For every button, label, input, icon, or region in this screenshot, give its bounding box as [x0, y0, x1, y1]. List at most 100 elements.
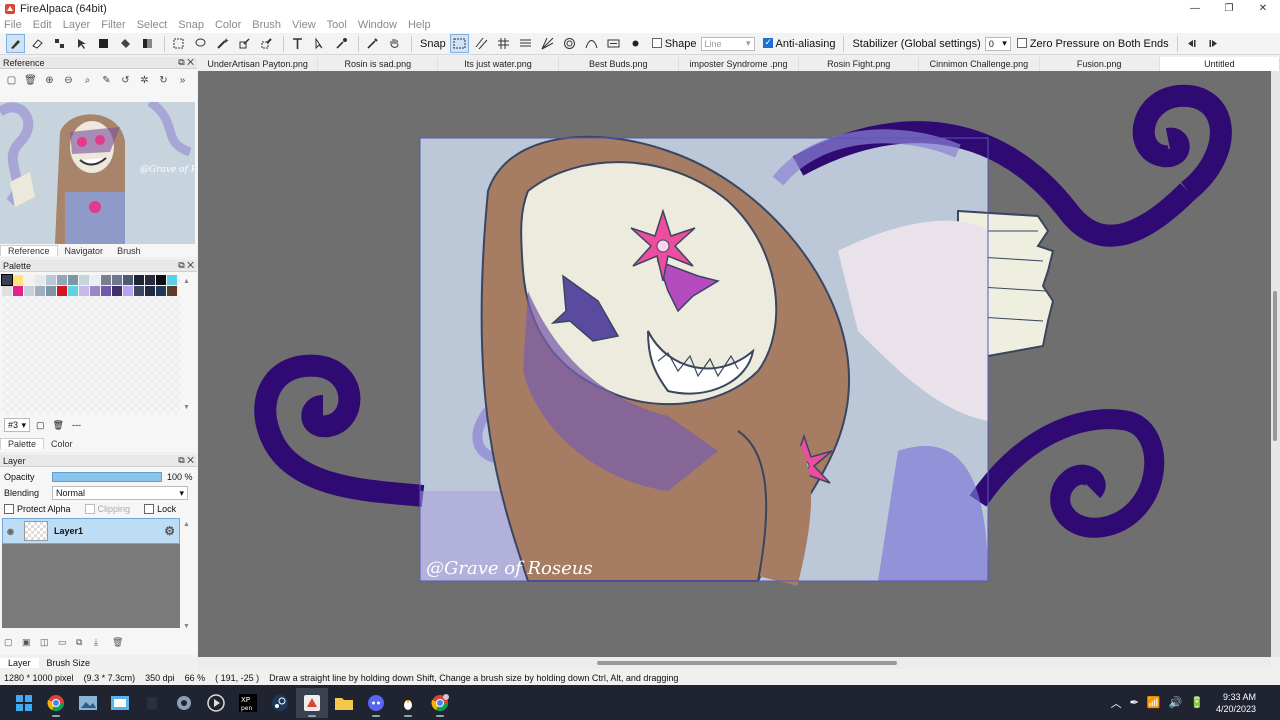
vertical-scrollbar[interactable]	[1271, 71, 1280, 657]
palette-swatch[interactable]	[101, 275, 111, 285]
palette-swatch[interactable]	[112, 286, 122, 296]
palette-swatch[interactable]	[24, 275, 34, 285]
palette-swatch[interactable]	[57, 275, 67, 285]
palette-swatch[interactable]	[46, 286, 56, 296]
tab-color[interactable]: Color	[44, 439, 80, 449]
clock[interactable]: 9:33 AM 4/20/2023	[1216, 691, 1256, 715]
snap-curve-icon[interactable]	[582, 34, 601, 53]
gear-icon[interactable]: ⚙	[164, 524, 175, 538]
fill-rect-tool-icon[interactable]	[94, 34, 113, 53]
minimize-button[interactable]: —	[1178, 0, 1212, 17]
palette-swatch[interactable]	[90, 286, 100, 296]
select-pen-tool-icon[interactable]	[235, 34, 254, 53]
doc-tab[interactable]: Cinnimon Challenge.png	[919, 57, 1040, 71]
palette-swatch[interactable]	[35, 286, 45, 296]
close-button[interactable]: ✕	[1246, 0, 1280, 17]
palette-swatch[interactable]	[35, 275, 45, 285]
new-1bit-layer-icon[interactable]: ◫	[40, 637, 54, 649]
palette-swatch[interactable]	[13, 286, 23, 296]
palette-swatch[interactable]	[101, 286, 111, 296]
start-icon[interactable]	[8, 688, 40, 718]
more-icon[interactable]: »	[175, 73, 190, 88]
zoom-out-icon[interactable]: ⊖	[61, 73, 76, 88]
palette-swatch[interactable]	[57, 286, 67, 296]
vertical-scroll-thumb[interactable]	[1273, 291, 1277, 441]
lasso-tool-icon[interactable]	[191, 34, 210, 53]
move-tool-icon[interactable]	[72, 34, 91, 53]
trash-icon[interactable]: 🗑	[23, 73, 38, 88]
snap-grid-icon[interactable]	[494, 34, 513, 53]
wifi-icon[interactable]: 📶	[1147, 696, 1161, 709]
eraser-tool-icon[interactable]	[28, 34, 47, 53]
new-folder-icon[interactable]: ▭	[58, 637, 72, 649]
palette-swatch[interactable]	[156, 275, 166, 285]
restore-button[interactable]: ❐	[1212, 0, 1246, 17]
eyedropper-tool-icon[interactable]	[332, 34, 351, 53]
snap-off-icon[interactable]	[449, 34, 469, 53]
add-palette-icon[interactable]: ▢	[36, 420, 45, 431]
operation-tool-icon[interactable]	[310, 34, 329, 53]
zero-pressure-checkbox[interactable]	[1016, 37, 1027, 48]
pen-tool-icon[interactable]	[6, 34, 25, 53]
chevron-up-icon[interactable]: ︿	[1111, 695, 1122, 711]
protect-alpha-checkbox[interactable]	[4, 504, 14, 514]
horizontal-scroll-thumb[interactable]	[597, 661, 897, 665]
brush-eyedropper-icon[interactable]	[363, 34, 382, 53]
trash-icon[interactable]: 🗑	[112, 637, 126, 649]
rotate-right-icon[interactable]: ↻	[156, 73, 171, 88]
palette-number-dropdown[interactable]: #3 ▾	[4, 418, 30, 432]
palette-swatch[interactable]	[13, 275, 23, 285]
blank-app-icon[interactable]	[136, 688, 168, 718]
panel-window-buttons[interactable]: ⧉ ✕	[178, 260, 194, 271]
select-eraser-tool-icon[interactable]	[257, 34, 276, 53]
rotate-left-icon[interactable]: ↺	[118, 73, 133, 88]
magic-wand-tool-icon[interactable]	[213, 34, 232, 53]
eyedropper-icon[interactable]: ✎	[99, 73, 114, 88]
horizontal-scrollbar[interactable]	[198, 657, 1271, 669]
file-explorer-icon[interactable]	[328, 688, 360, 718]
menu-window[interactable]: Window	[358, 19, 397, 31]
palette-swatch[interactable]	[24, 286, 34, 296]
tab-brush-size[interactable]: Brush Size	[39, 658, 99, 668]
tab-brush[interactable]: Brush	[110, 246, 148, 256]
firealpaca-icon[interactable]	[296, 687, 328, 718]
scroll-down-icon[interactable]: ▼	[183, 404, 190, 411]
palette-swatch[interactable]	[68, 275, 78, 285]
tab-layer[interactable]: Layer	[0, 658, 39, 668]
clipping-checkbox[interactable]	[84, 504, 95, 514]
palette-swatch[interactable]	[1, 274, 13, 286]
brush-dot-icon[interactable]	[626, 34, 645, 53]
merge-layer-icon[interactable]: ⤓	[94, 637, 108, 649]
palette-swatch[interactable]	[123, 275, 133, 285]
new-reference-icon[interactable]: ▢	[4, 73, 19, 88]
doc-tab[interactable]: Rosin Fight.png	[799, 57, 920, 71]
tab-palette[interactable]: Palette	[0, 438, 45, 449]
chrome-icon[interactable]	[40, 688, 72, 718]
palette-swatch[interactable]	[2, 286, 12, 296]
penguin-app-icon[interactable]	[392, 688, 424, 718]
menu-edit[interactable]: Edit	[33, 19, 52, 31]
palette-swatch[interactable]	[167, 275, 177, 285]
pen-tray-icon[interactable]: ✒	[1130, 696, 1139, 709]
stabilizer-dropdown[interactable]: 0 ▾	[984, 36, 1011, 51]
tab-reference[interactable]: Reference	[0, 245, 58, 256]
palette-swatch[interactable]	[46, 275, 56, 285]
chrome-profile-icon[interactable]	[424, 688, 456, 718]
shape-dropdown[interactable]: Line ▾	[700, 36, 755, 51]
palette-swatch[interactable]	[68, 286, 78, 296]
palette-swatch[interactable]	[123, 286, 133, 296]
doc-tab[interactable]: Rosin is sad.png	[318, 57, 439, 71]
select-rect-tool-icon[interactable]	[169, 34, 188, 53]
shape-checkbox[interactable]	[651, 37, 662, 48]
panel-window-buttons[interactable]: ⧉ ✕	[178, 455, 194, 466]
opacity-slider[interactable]	[52, 472, 162, 482]
menu-help[interactable]: Help	[408, 19, 431, 31]
volume-icon[interactable]: 🔊	[1169, 696, 1183, 709]
snap-settings-icon[interactable]	[604, 34, 623, 53]
scroll-down-icon[interactable]: ▼	[183, 623, 190, 630]
bucket-tool-icon[interactable]	[116, 34, 135, 53]
layer-item[interactable]: ◉ Layer1 ⚙	[2, 518, 180, 544]
palette-swatch[interactable]	[112, 275, 122, 285]
lock-checkbox[interactable]	[144, 504, 155, 514]
zoom-fit-icon[interactable]: ⌕	[80, 73, 95, 88]
